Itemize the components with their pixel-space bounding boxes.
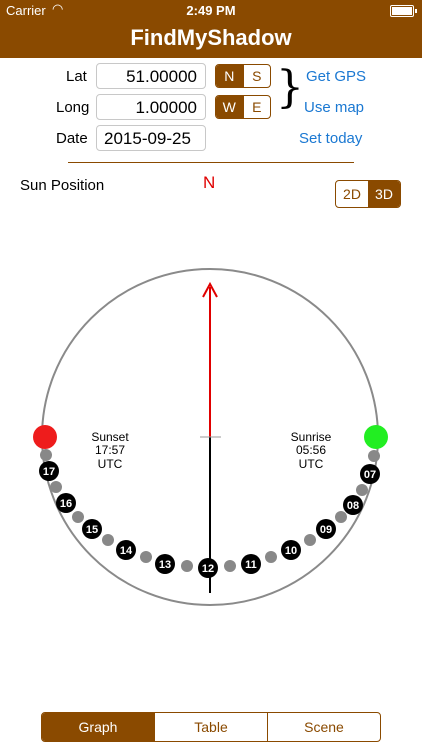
- sunset-label: Sunset: [91, 430, 129, 444]
- view-mode-control: 2D 3D: [335, 180, 401, 208]
- half-hour-dot: [265, 551, 277, 563]
- hour-marker-label: 12: [202, 563, 214, 575]
- east-option[interactable]: E: [242, 96, 271, 118]
- set-today-link[interactable]: Set today: [299, 130, 362, 147]
- hour-marker: 09: [316, 519, 336, 539]
- sunrise-label: Sunrise: [291, 430, 332, 444]
- hour-marker: 08: [343, 495, 363, 515]
- hour-marker: 17: [39, 461, 59, 481]
- status-time: 2:49 PM: [186, 3, 236, 18]
- half-hour-dot: [140, 551, 152, 563]
- south-option[interactable]: S: [242, 65, 271, 87]
- bottom-tab-control: Graph Table Scene: [41, 712, 381, 742]
- half-hour-dot: [181, 560, 193, 572]
- hour-marker-label: 14: [120, 545, 133, 557]
- mode-2d-option[interactable]: 2D: [336, 181, 368, 207]
- hour-marker: 11: [241, 554, 261, 574]
- hour-marker: 12: [198, 558, 218, 578]
- hour-marker-label: 10: [285, 545, 297, 557]
- lat-field[interactable]: 51.00000: [96, 63, 206, 89]
- half-hour-dot: [356, 484, 368, 496]
- north-indicator: N: [203, 173, 216, 192]
- hour-marker-label: 07: [364, 469, 376, 481]
- tab-graph[interactable]: Graph: [42, 713, 154, 741]
- long-field[interactable]: 1.00000: [96, 94, 206, 120]
- sunrise-marker: [364, 425, 388, 449]
- half-hour-dot: [335, 511, 347, 523]
- divider: [68, 162, 354, 163]
- sunset-utc: UTC: [98, 457, 123, 471]
- north-option[interactable]: N: [216, 65, 243, 87]
- nav-bar: FindMyShadow: [0, 20, 422, 58]
- we-segmented-control: W E: [215, 95, 271, 119]
- hour-marker: 15: [82, 519, 102, 539]
- hour-marker-label: 17: [43, 466, 55, 478]
- sunset-marker: [33, 425, 57, 449]
- mode-3d-option[interactable]: 3D: [368, 181, 400, 207]
- battery-icon: [390, 5, 417, 17]
- sun-position-label: Sun Position: [20, 177, 105, 194]
- west-option[interactable]: W: [216, 96, 243, 118]
- tab-scene[interactable]: Scene: [267, 713, 380, 741]
- sun-diagram: 1716151413 12 1110090807 Sunset 17:57 UTC …: [33, 268, 388, 606]
- status-bar: Carrier ◠ 2:49 PM: [0, 0, 422, 20]
- hour-marker-label: 08: [347, 500, 359, 512]
- sunset-time: 17:57: [95, 443, 125, 457]
- half-hour-dot: [102, 534, 114, 546]
- hour-marker-label: 11: [245, 559, 257, 571]
- hour-marker-label: 15: [86, 524, 98, 536]
- lat-label: Lat: [66, 68, 87, 85]
- hour-marker: 07: [360, 464, 380, 484]
- sunrise-time: 05:56: [296, 443, 326, 457]
- tab-table[interactable]: Table: [154, 713, 267, 741]
- brace-icon: }: [276, 62, 304, 113]
- hour-marker-label: 13: [159, 559, 171, 571]
- long-label: Long: [56, 99, 90, 116]
- sunrise-utc: UTC: [299, 457, 324, 471]
- ns-segmented-control: N S: [215, 64, 271, 88]
- half-hour-dot: [72, 511, 84, 523]
- half-hour-dot: [50, 481, 62, 493]
- hour-marker-label: 16: [60, 498, 72, 510]
- get-gps-link[interactable]: Get GPS: [306, 68, 366, 85]
- hour-marker: 16: [56, 493, 76, 513]
- half-hour-dot: [304, 534, 316, 546]
- hour-marker: 10: [281, 540, 301, 560]
- hour-marker: 13: [155, 554, 175, 574]
- date-label: Date: [56, 130, 88, 147]
- hour-marker-label: 09: [320, 524, 332, 536]
- half-hour-dot: [368, 450, 380, 462]
- app-title: FindMyShadow: [130, 25, 292, 50]
- date-field[interactable]: 2015-09-25: [96, 125, 206, 151]
- half-hour-dot: [40, 449, 52, 461]
- hour-marker: 14: [116, 540, 136, 560]
- half-hour-dot: [224, 560, 236, 572]
- use-map-link[interactable]: Use map: [304, 99, 364, 116]
